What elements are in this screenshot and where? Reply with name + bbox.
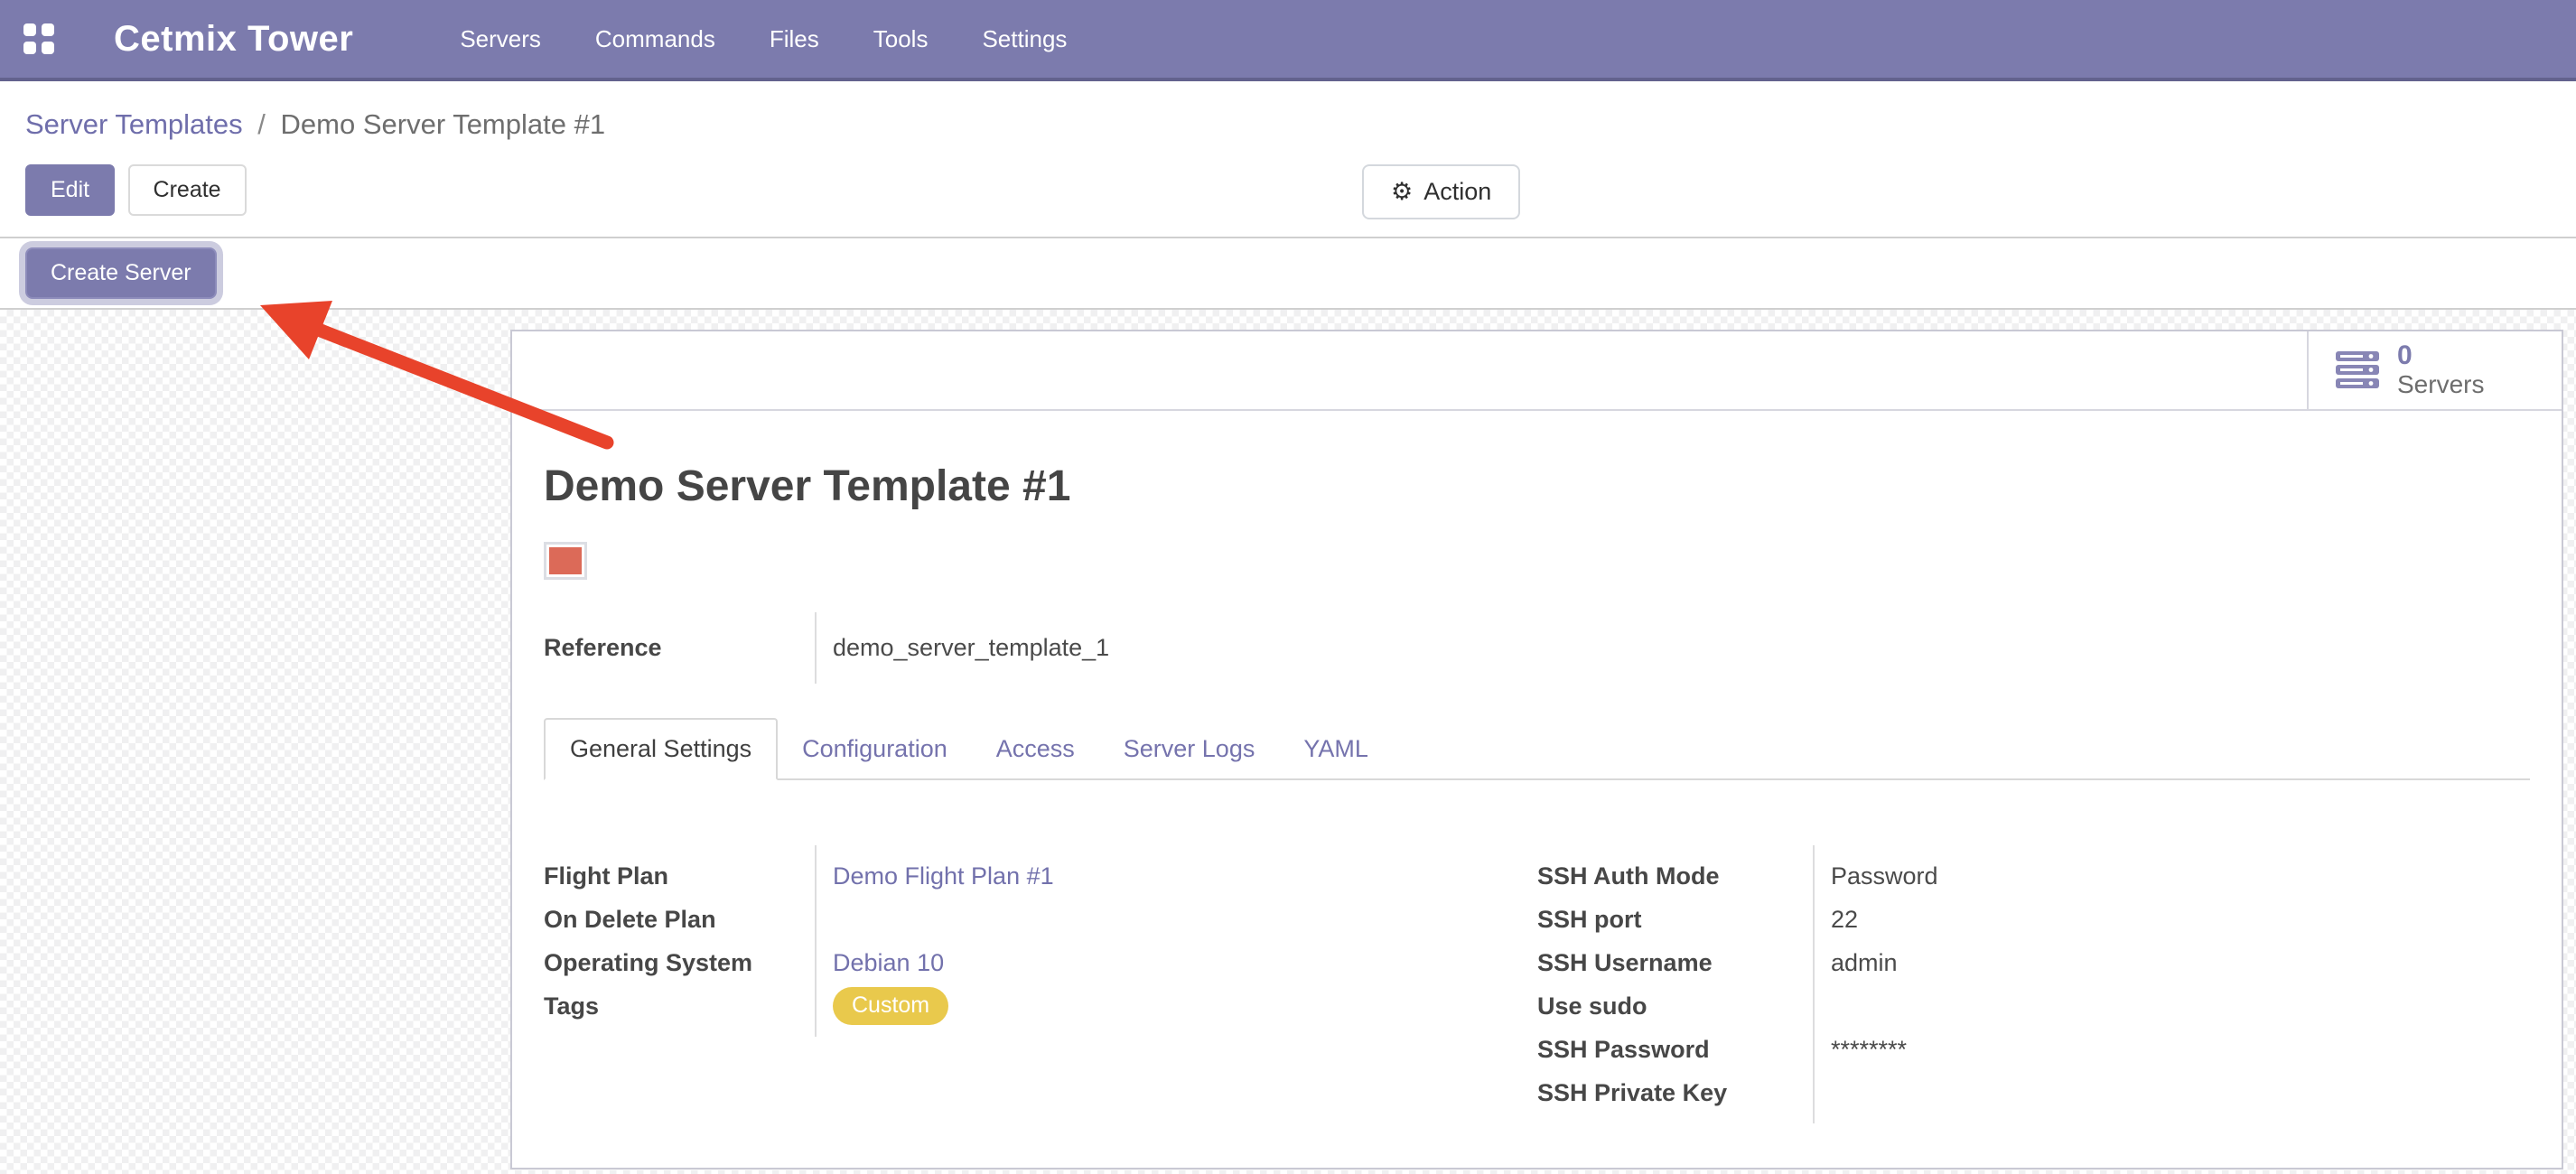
operating-system-label: Operating System	[544, 941, 815, 984]
breadcrumb-parent-link[interactable]: Server Templates	[25, 108, 243, 140]
left-field-group: Flight Plan On Delete Plan Operating Sys…	[544, 845, 1537, 1123]
flight-plan-value-link[interactable]: Demo Flight Plan #1	[833, 862, 1054, 890]
color-swatch-fill	[549, 547, 582, 574]
breadcrumb-separator: /	[257, 108, 266, 140]
tab-access[interactable]: Access	[972, 720, 1099, 778]
color-swatch	[544, 542, 587, 580]
tab-general-settings[interactable]: General Settings	[544, 718, 778, 780]
menu-item-servers[interactable]: Servers	[460, 25, 541, 53]
server-stack-icon	[2336, 351, 2379, 389]
ssh-password-label: SSH Password	[1537, 1028, 1813, 1071]
breadcrumb: Server Templates / Demo Server Template …	[25, 108, 2576, 141]
form-sheet: 0 Servers Demo Server Template #1 Refere…	[510, 330, 2563, 1169]
notebook-tabs: General Settings Configuration Access Se…	[544, 718, 2530, 780]
brand-title[interactable]: Cetmix Tower	[114, 19, 353, 60]
tab-configuration[interactable]: Configuration	[778, 720, 972, 778]
flight-plan-label: Flight Plan	[544, 854, 815, 898]
ssh-password-value: ********	[1831, 1036, 1907, 1064]
servers-stat-button[interactable]: 0 Servers	[2307, 331, 2562, 409]
tab-server-logs[interactable]: Server Logs	[1099, 720, 1280, 778]
form-background: 0 Servers Demo Server Template #1 Refere…	[0, 310, 2576, 1174]
servers-count-label: Servers	[2397, 370, 2484, 399]
field-groups: Flight Plan On Delete Plan Operating Sys…	[544, 845, 2562, 1123]
ssh-auth-mode-value: Password	[1831, 862, 1938, 890]
tab-yaml[interactable]: YAML	[1279, 720, 1393, 778]
stat-button-row: 0 Servers	[512, 331, 2562, 411]
action-button[interactable]: ⚙ Action	[1362, 164, 1520, 219]
edit-button[interactable]: Edit	[25, 164, 115, 216]
statusbar-strip: Create Server	[0, 237, 2576, 310]
ssh-username-value: admin	[1831, 949, 1898, 977]
menu-item-tools[interactable]: Tools	[873, 25, 929, 53]
reference-field-row: Reference demo_server_template_1	[544, 612, 2562, 684]
menu-item-commands[interactable]: Commands	[595, 25, 715, 53]
use-sudo-label: Use sudo	[1537, 984, 1813, 1028]
top-navbar: Cetmix Tower Servers Commands Files Tool…	[0, 0, 2576, 81]
form-toolbar: Edit Create ⚙ Action	[25, 164, 2576, 217]
record-title: Demo Server Template #1	[544, 461, 2562, 511]
reference-label: Reference	[544, 634, 815, 662]
apps-grid-icon[interactable]	[23, 23, 54, 54]
servers-count: 0	[2397, 340, 2484, 370]
operating-system-value-link[interactable]: Debian 10	[833, 949, 944, 977]
ssh-port-value: 22	[1831, 906, 1858, 934]
ssh-private-key-label: SSH Private Key	[1537, 1071, 1813, 1114]
menu-item-settings[interactable]: Settings	[982, 25, 1067, 53]
main-menu: Servers Commands Files Tools Settings	[460, 25, 1067, 53]
tags-label: Tags	[544, 984, 815, 1028]
action-button-label: Action	[1423, 178, 1491, 206]
breadcrumb-current: Demo Server Template #1	[281, 108, 606, 140]
right-field-group: SSH Auth Mode SSH port SSH Username Use …	[1537, 845, 1938, 1123]
reference-value: demo_server_template_1	[815, 612, 1109, 684]
menu-item-files[interactable]: Files	[770, 25, 819, 53]
ssh-username-label: SSH Username	[1537, 941, 1813, 984]
on-delete-plan-label: On Delete Plan	[544, 898, 815, 941]
create-button[interactable]: Create	[128, 164, 247, 216]
create-server-button[interactable]: Create Server	[25, 247, 217, 299]
tag-custom: Custom	[833, 987, 948, 1025]
gear-icon: ⚙	[1391, 180, 1413, 204]
ssh-auth-mode-label: SSH Auth Mode	[1537, 854, 1813, 898]
ssh-port-label: SSH port	[1537, 898, 1813, 941]
